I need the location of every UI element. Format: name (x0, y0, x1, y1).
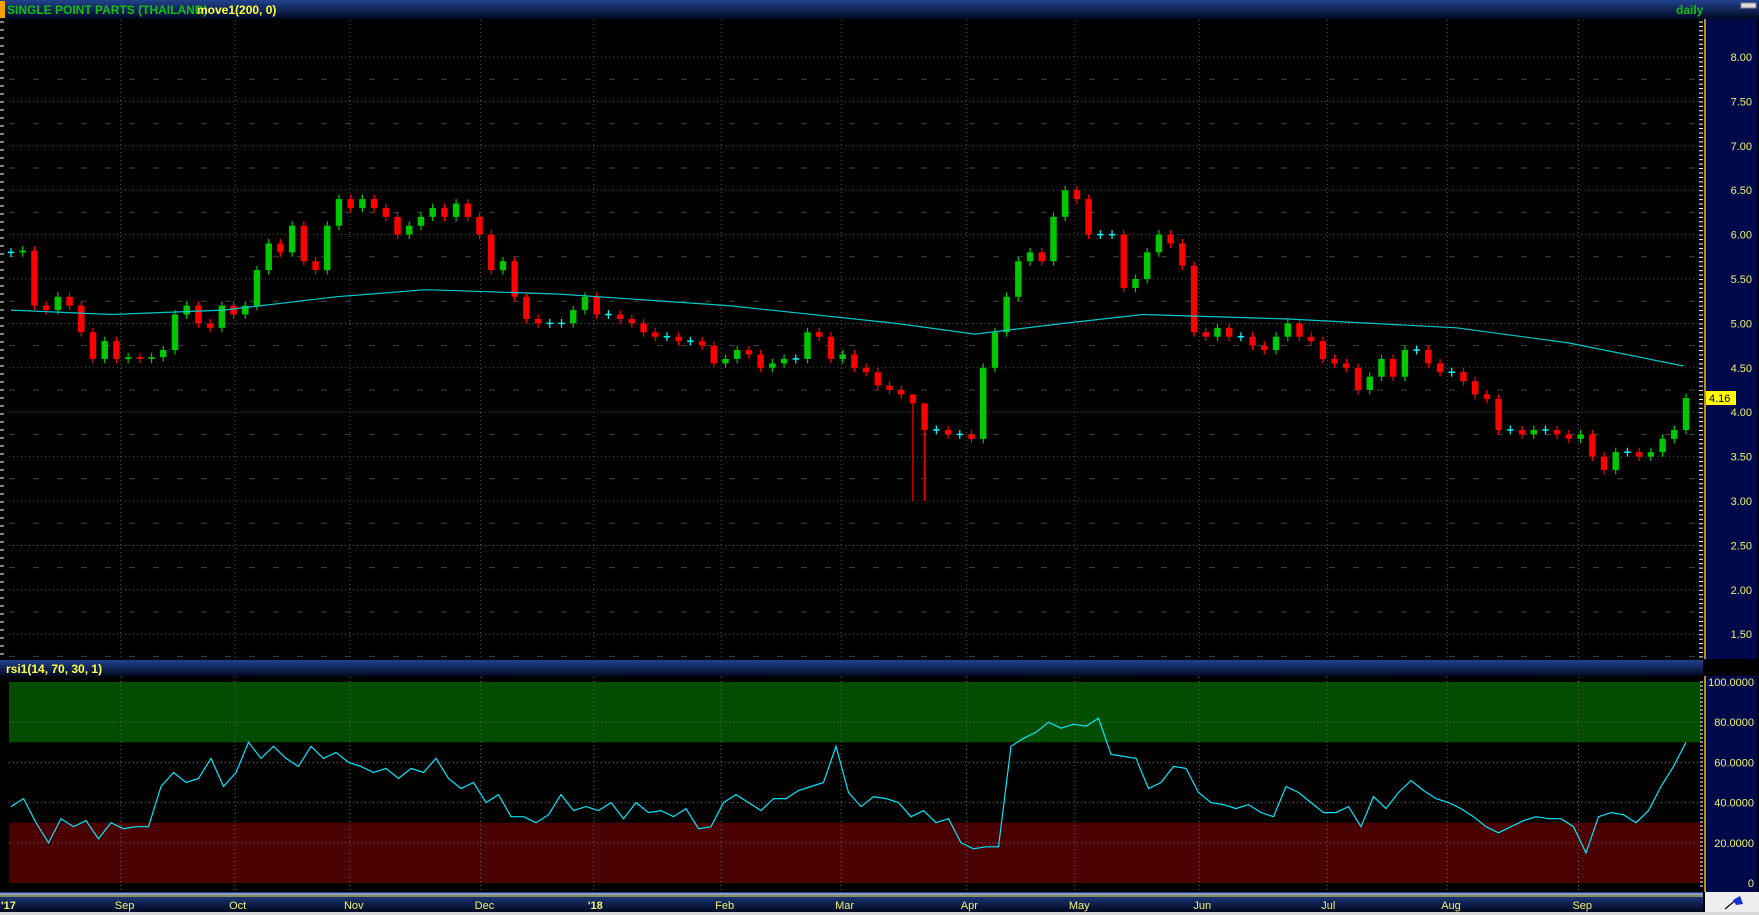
candle (300, 221, 308, 266)
date-tick-label: Mar (835, 900, 854, 912)
candle (1401, 345, 1409, 382)
last-price-label: 4.16 (1709, 393, 1730, 405)
candle (979, 363, 987, 444)
rsi-axis[interactable] (1705, 676, 1757, 892)
date-tick-label: May (1069, 900, 1090, 912)
candle (511, 256, 518, 302)
price-tick-label: 5.50 (1731, 274, 1752, 286)
rsi-study-label[interactable]: rsi1(14, 70, 30, 1) (6, 662, 102, 676)
rsi-tick-label: 100.0000 (1708, 677, 1754, 689)
date-tick-label: Feb (715, 900, 734, 912)
candle (991, 327, 999, 373)
date-tick-label: Apr (961, 900, 978, 912)
candle (171, 310, 179, 355)
candle (1120, 230, 1127, 293)
interval-label[interactable]: daily (1676, 3, 1704, 17)
price-tick-label: 5.00 (1731, 318, 1752, 330)
price-axis[interactable] (1705, 19, 1757, 659)
price-plot-area[interactable] (0, 19, 1703, 659)
candle (253, 265, 261, 311)
candle (324, 221, 331, 275)
candle (288, 221, 296, 257)
candle (335, 194, 343, 231)
date-tick-label: Jul (1321, 900, 1335, 912)
rsi-tick-label: 0 (1748, 878, 1754, 890)
candle (1190, 261, 1198, 337)
price-tick-label: 4.00 (1731, 407, 1752, 419)
candle (488, 230, 495, 275)
price-tick-label: 6.50 (1731, 185, 1752, 197)
candle (827, 332, 835, 364)
price-tick-label: 1.50 (1731, 629, 1752, 641)
rsi-tick-label: 80.0000 (1714, 717, 1754, 729)
date-tick-label: '18 (588, 900, 603, 912)
date-tick-label: Sep (1572, 900, 1592, 912)
date-tick-label: Jun (1193, 900, 1211, 912)
symbol-title: SINGLE POINT PARTS (THAILAND) (7, 3, 207, 17)
price-tick-label: 6.00 (1731, 230, 1752, 242)
price-tick-label: 3.00 (1731, 496, 1752, 508)
candle (1589, 429, 1596, 462)
candle (89, 327, 97, 364)
maximize-button[interactable] (1740, 2, 1757, 9)
price-tick-label: 8.00 (1731, 52, 1752, 64)
candle (1143, 247, 1151, 284)
candle (1179, 239, 1186, 271)
candle (1015, 256, 1022, 302)
rsi-tick-label: 20.0000 (1714, 838, 1754, 850)
panel-handle[interactable] (0, 1, 5, 18)
candle (523, 292, 530, 324)
rsi-panel-header (0, 660, 1703, 676)
candle (1061, 185, 1069, 222)
price-tick-label: 3.50 (1731, 452, 1752, 464)
ma-study-label[interactable]: move1(200, 0) (197, 3, 276, 17)
date-tick-label: Oct (229, 900, 246, 912)
candle (78, 301, 85, 337)
candle (1050, 212, 1057, 266)
candle (218, 301, 226, 333)
price-tick-label: 2.00 (1731, 585, 1752, 597)
date-tick-label: Aug (1441, 900, 1461, 912)
candle (1495, 394, 1502, 435)
date-tick-label: Nov (344, 900, 364, 912)
price-tick-label: 4.50 (1731, 363, 1752, 375)
date-tick-label: Dec (475, 900, 495, 912)
candle (1354, 363, 1362, 395)
date-tick-label: Sep (115, 900, 135, 912)
price-tick-label: 2.50 (1731, 540, 1752, 552)
candle (1682, 393, 1690, 435)
candle (265, 239, 272, 275)
candle (1085, 194, 1092, 240)
rsi-tick-label: 40.0000 (1714, 798, 1754, 810)
chart-window: SINGLE POINT PARTS (THAILAND) move1(200,… (0, 0, 1759, 915)
price-tick-label: 7.50 (1731, 96, 1752, 108)
candle (31, 246, 38, 311)
tool-corner (1705, 892, 1759, 912)
price-tick-label: 7.00 (1731, 141, 1752, 153)
date-tick-label: '17 (1, 900, 16, 912)
rsi-tick-label: 60.0000 (1714, 757, 1754, 769)
candle (804, 327, 811, 364)
